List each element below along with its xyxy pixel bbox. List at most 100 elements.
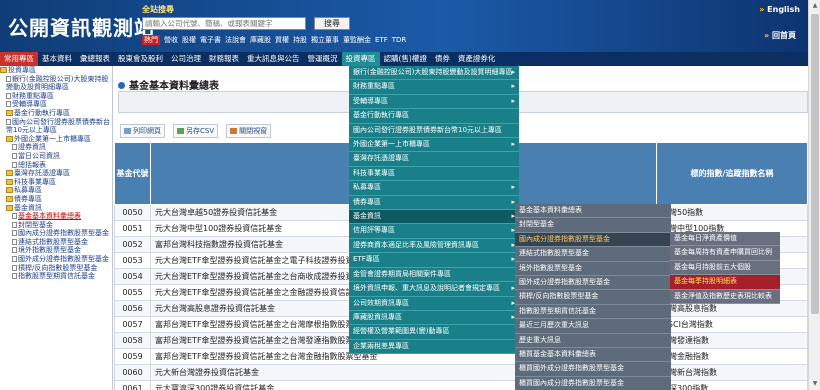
quick-link[interactable]: 持股 bbox=[293, 35, 307, 45]
menu-item[interactable]: 基金行動執行專區 bbox=[349, 109, 519, 124]
submenu-item[interactable]: 櫃買基金基本資料彙總表 bbox=[515, 348, 671, 363]
document-icon bbox=[12, 247, 17, 254]
tree-item[interactable]: 私募專區 bbox=[0, 186, 112, 195]
tree-item-selected[interactable]: 基金基本資料彙總表 bbox=[0, 212, 112, 221]
nav-item[interactable]: 基本資料 bbox=[38, 52, 76, 66]
nav-item-investment[interactable]: 投資專區 bbox=[341, 52, 380, 66]
menu-item[interactable]: 銀行(金融控股公司)大股東持股變動及設質明細專區 bbox=[349, 66, 519, 81]
nav-item[interactable]: 營運概況 bbox=[304, 52, 342, 66]
tree-item[interactable]: 國外成分證券指數股票型基金 bbox=[0, 255, 112, 264]
menu-item[interactable]: 信用評等專區 bbox=[349, 224, 519, 239]
document-icon bbox=[6, 101, 11, 108]
vertical-scrollbar[interactable]: ▲ ▼ bbox=[808, 0, 820, 390]
quick-link[interactable]: 電子書 bbox=[200, 35, 221, 45]
folder-icon bbox=[6, 135, 13, 142]
document-icon bbox=[12, 213, 17, 220]
submenu-item[interactable]: 境外指數股票型基金 bbox=[515, 262, 671, 277]
submenu-item[interactable]: 槓桿/反向指數股票型基金 bbox=[515, 290, 671, 305]
quick-link[interactable]: 質權 bbox=[275, 35, 289, 45]
quick-link[interactable]: 股權 bbox=[182, 35, 196, 45]
nav-item[interactable]: 常用專區 bbox=[0, 52, 38, 66]
tree-item[interactable]: 境外指數股票型基金 bbox=[0, 246, 112, 255]
close-window-button[interactable]: 關閉視窗 bbox=[226, 124, 272, 138]
submenu-item[interactable]: 基金每季持股明細表 bbox=[670, 275, 780, 290]
menu-item[interactable]: 受輔導專區 bbox=[349, 95, 519, 110]
submenu-item[interactable]: 基金每日淨資產價值 bbox=[670, 232, 780, 247]
quick-link[interactable]: 獨立董事 bbox=[311, 35, 339, 45]
menu-item[interactable]: 公司效期資訊專區 bbox=[349, 297, 519, 311]
submenu-item[interactable]: 基金每月持股前五大個股 bbox=[670, 261, 780, 276]
menu-item[interactable]: 證券商資本適足比率及風險管理資訊專區 bbox=[349, 239, 519, 254]
save-csv-button[interactable]: 另存CSV bbox=[173, 124, 219, 138]
quick-link[interactable]: 庫藏股 bbox=[250, 35, 271, 45]
home-link[interactable]: » 回首頁 bbox=[764, 30, 796, 41]
nav-item[interactable]: 財務報表 bbox=[205, 52, 243, 66]
tree-item[interactable]: 證券資訊 bbox=[0, 143, 112, 152]
menu-item[interactable]: ETF專區 bbox=[349, 253, 519, 268]
menu-item[interactable]: 科技事業專區 bbox=[349, 167, 519, 182]
quick-link[interactable]: 營收 bbox=[164, 35, 178, 45]
submenu-item[interactable]: 國內成分證券指數股票型基金 bbox=[515, 232, 671, 248]
tree-item[interactable]: 槓桿/反向指數股票型基金 bbox=[0, 264, 112, 273]
tree-item[interactable]: 受輔導專區 bbox=[0, 100, 112, 109]
submenu-item[interactable]: 連結式指數股票型基金 bbox=[515, 247, 671, 262]
tree-item[interactable]: 總括報表 bbox=[0, 161, 112, 170]
menu-item[interactable]: 境外資訊申報、重大訊息及說明記者會規定專區 bbox=[349, 282, 519, 297]
nav-item[interactable]: 公司治理 bbox=[167, 52, 205, 66]
quick-link[interactable]: TDR bbox=[392, 36, 407, 44]
tree-item[interactable]: 國內成分證券指數股票型基金 bbox=[0, 229, 112, 238]
quick-link[interactable]: 法說會 bbox=[225, 35, 246, 45]
scroll-down-icon[interactable]: ▼ bbox=[809, 378, 820, 390]
tree-item[interactable]: 基金資訊 bbox=[0, 204, 112, 213]
english-link[interactable]: » English bbox=[759, 5, 800, 14]
tree-item[interactable]: 債券專區 bbox=[0, 195, 112, 204]
print-button[interactable]: 列印網頁 bbox=[120, 124, 165, 138]
menu-item[interactable]: 金管會證券期貨局相關案件專區 bbox=[349, 268, 519, 283]
submenu-item[interactable]: 國外成分證券指數股票型基金 bbox=[515, 276, 671, 291]
tree-item[interactable]: 外國企業第一上市櫃專區 bbox=[0, 135, 112, 144]
document-icon bbox=[6, 92, 11, 99]
menu-item[interactable]: 庫藏股資訊專區 bbox=[349, 311, 519, 326]
menu-item[interactable]: 臺灣存託憑證專區 bbox=[349, 152, 519, 167]
submenu-item[interactable]: 最近三月歷次重大訊息 bbox=[515, 319, 671, 334]
scroll-up-icon[interactable]: ▲ bbox=[809, 0, 820, 12]
tree-item[interactable]: 臺灣存託憑證專區 bbox=[0, 169, 112, 178]
menu-item[interactable]: 外國企業第一上市櫃專區 bbox=[349, 138, 519, 153]
quick-link[interactable]: ETF bbox=[375, 36, 388, 44]
submenu-item[interactable]: 櫃買國外成分證券指數股票型基金 bbox=[515, 362, 671, 377]
tree-item[interactable]: 銀行(金融控股公司)大股東持股變動及設質明細專區 bbox=[0, 75, 112, 92]
menu-item[interactable]: 財務重點專區 bbox=[349, 80, 519, 95]
tree-item[interactable]: 指數股票型期貨信託基金 bbox=[0, 272, 112, 281]
submenu-item[interactable]: 歷史重大訊息 bbox=[515, 334, 671, 349]
tree-item[interactable]: 基金行動執行專區 bbox=[0, 109, 112, 118]
submenu-item[interactable]: 櫃買國內成分證券指數股票型基金 bbox=[515, 377, 671, 390]
nav-item[interactable]: 重大訊息與公告 bbox=[243, 52, 304, 66]
search-button[interactable]: 搜尋 bbox=[314, 17, 350, 30]
nav-item[interactable]: 認購(售)權證 bbox=[380, 52, 431, 66]
submenu-item[interactable]: 基金基本資料彙總表 bbox=[515, 204, 671, 219]
tree-item[interactable]: 封閉型基金 bbox=[0, 221, 112, 230]
menu-item[interactable]: 基金資訊 bbox=[349, 210, 519, 225]
nav-item[interactable]: 股東會及股利 bbox=[114, 52, 167, 66]
quick-link[interactable]: 董監酬金 bbox=[343, 35, 371, 45]
page-title: 基金基本資料彙總表 bbox=[118, 77, 219, 92]
submenu-item[interactable]: 基金淨值及指數歷史表現比較表 bbox=[670, 290, 780, 305]
submenu-item[interactable]: 指數股票型期貨信託基金 bbox=[515, 305, 671, 320]
download-icon bbox=[177, 128, 184, 134]
menu-item[interactable]: 債券專區 bbox=[349, 196, 519, 211]
menu-item[interactable]: 私募專區 bbox=[349, 181, 519, 196]
submenu-item[interactable]: 基金每周持有資產申購買回比例 bbox=[670, 246, 780, 261]
menu-item[interactable]: 國內公司發行證券股票債券新台幣10元以上專區 bbox=[349, 124, 519, 139]
tree-item[interactable]: 投資專區 bbox=[0, 66, 112, 75]
menu-item[interactable]: 經營權及營業範圍異(變)動專區 bbox=[349, 325, 519, 340]
submenu-item[interactable]: 封閉型基金 bbox=[515, 218, 671, 233]
scroll-thumb[interactable] bbox=[811, 14, 819, 314]
menu-item[interactable]: 企業兩稅差異專區 bbox=[349, 340, 519, 355]
nav-item[interactable]: 債券 bbox=[431, 52, 454, 66]
tree-item[interactable]: 當日公司資訊 bbox=[0, 152, 112, 161]
nav-item[interactable]: 資產證券化 bbox=[454, 52, 500, 66]
site-logo[interactable]: 公開資訊觀測站 bbox=[8, 12, 155, 41]
tree-item[interactable]: 國內公司發行證券股票債券新台幣10元以上專區 bbox=[0, 118, 112, 135]
nav-item[interactable]: 彙總報表 bbox=[76, 52, 114, 66]
search-input[interactable] bbox=[142, 17, 306, 30]
